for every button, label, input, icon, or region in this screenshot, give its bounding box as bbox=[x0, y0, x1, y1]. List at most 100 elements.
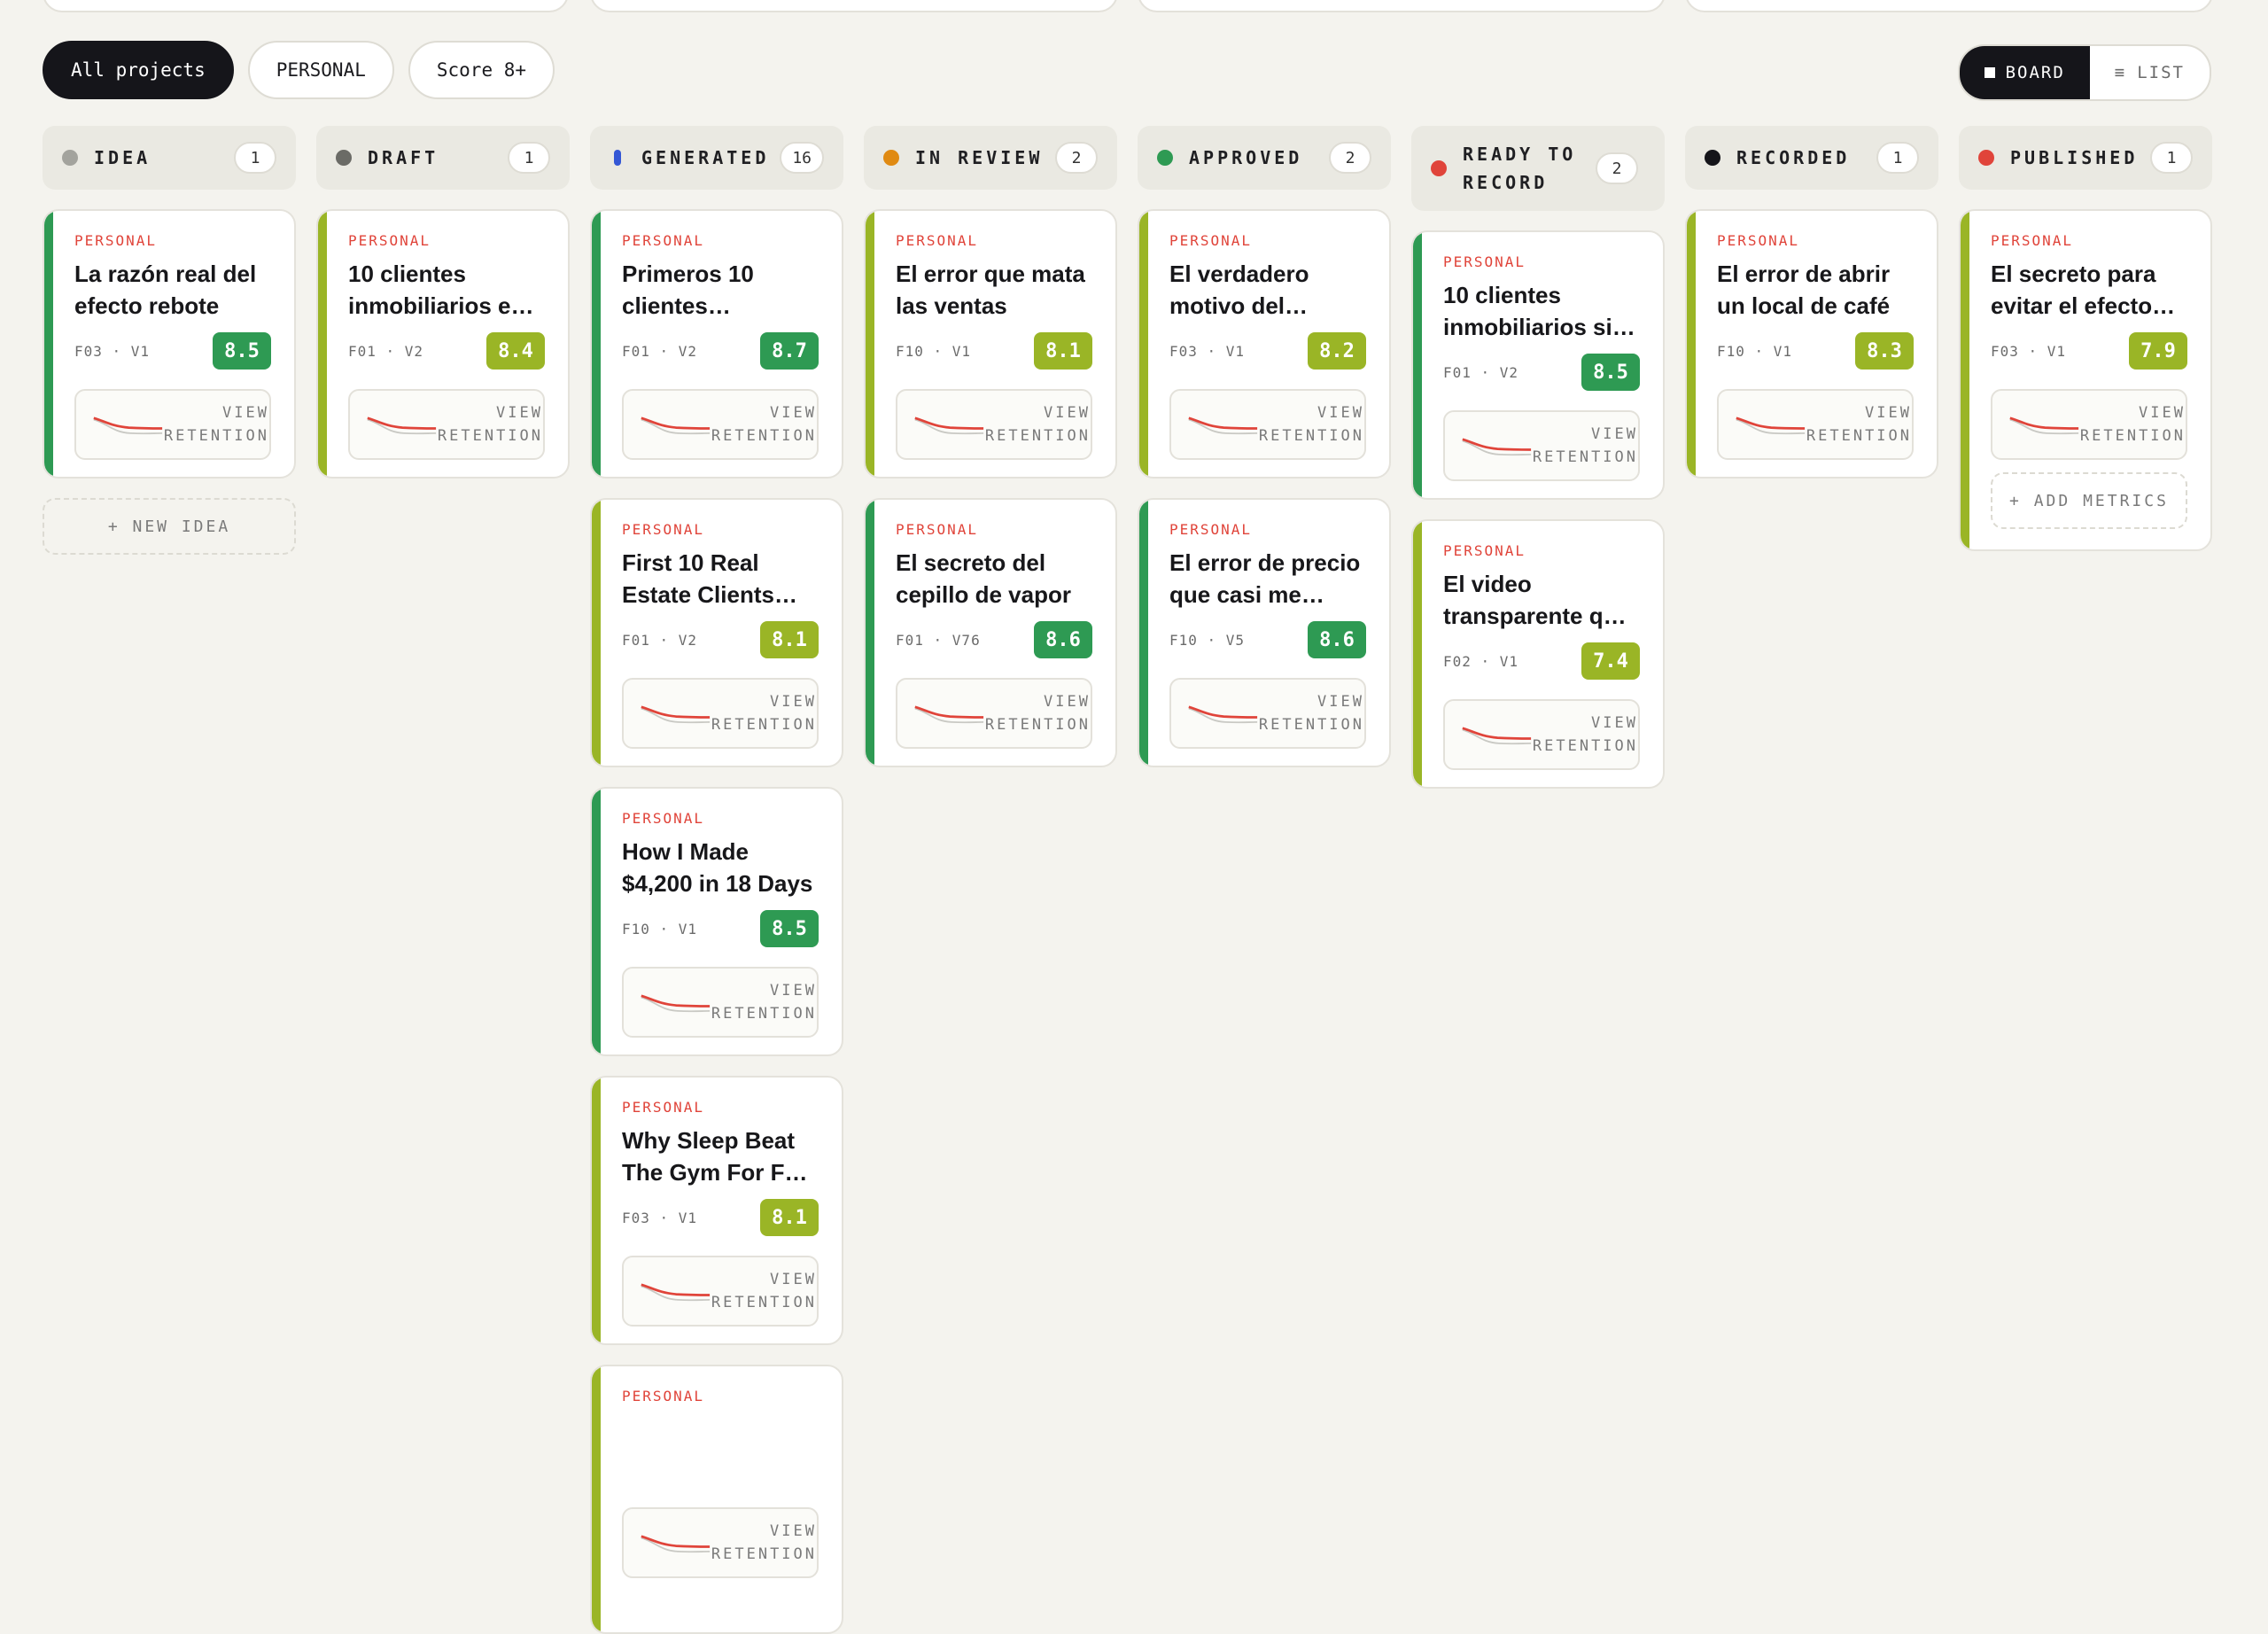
view-retention-button[interactable]: VIEW RETENTION bbox=[1443, 699, 1640, 770]
content-card[interactable]: PERSONAL First 10 Real Estate Clients Fas… bbox=[590, 498, 843, 767]
view-retention-button[interactable]: VIEW RETENTION bbox=[896, 389, 1092, 460]
retention-sparkline-icon bbox=[2009, 416, 2079, 435]
view-retention-button[interactable]: VIEW RETENTION bbox=[622, 389, 819, 460]
retention-sparkline-icon bbox=[1462, 727, 1532, 745]
view-retention-button[interactable]: VIEW RETENTION bbox=[1991, 389, 2187, 460]
card-project-label: PERSONAL bbox=[74, 232, 158, 249]
retention-sparkline-icon bbox=[1736, 416, 1806, 435]
column-header: GENERATED 16 bbox=[590, 126, 843, 190]
content-card[interactable]: PERSONAL El error de precio que casi me q… bbox=[1138, 498, 1391, 767]
column-header: APPROVED 2 bbox=[1138, 126, 1391, 190]
status-dot-icon bbox=[62, 150, 78, 166]
retention-sparkline-icon bbox=[641, 994, 711, 1013]
list-view-button[interactable]: ≡ LIST bbox=[2090, 46, 2210, 99]
board-column: GENERATED 16 PERSONAL Primeros 10 clientes … bbox=[590, 126, 843, 1634]
view-retention-button[interactable]: VIEW RETENTION bbox=[1169, 678, 1366, 749]
view-retention-button[interactable]: VIEW RETENTION bbox=[896, 678, 1092, 749]
content-card[interactable]: PERSONAL VIEW RETENTION bbox=[590, 1365, 843, 1634]
score-badge: 8.1 bbox=[1034, 332, 1092, 370]
column-title: READY TO RECORD bbox=[1463, 144, 1577, 193]
card-project-label: PERSONAL bbox=[1717, 232, 1800, 249]
score-badge: 8.6 bbox=[1034, 621, 1092, 658]
add-metrics-button[interactable]: + ADD METRICS bbox=[1991, 472, 2187, 529]
stat-card bbox=[1138, 0, 1666, 12]
column-count-badge: 1 bbox=[1876, 142, 1919, 174]
column-header: RECORDED 1 bbox=[1685, 126, 1938, 190]
board-column: APPROVED 2 PERSONAL El verdadero motivo del… bbox=[1138, 126, 1391, 767]
content-card[interactable]: PERSONAL El verdadero motivo del cansanci… bbox=[1138, 209, 1391, 479]
board-column: IN REVIEW 2 PERSONAL El error que mata las … bbox=[864, 126, 1117, 767]
column-header: READY TO RECORD 2 bbox=[1411, 126, 1665, 211]
view-retention-button[interactable]: VIEW RETENTION bbox=[622, 1507, 819, 1578]
card-meta-row: F10 · V5 8.6 bbox=[1169, 621, 1366, 658]
board-column: IDEA 1 PERSONAL La razón real del efecto re… bbox=[43, 126, 296, 555]
content-card[interactable]: PERSONAL La razón real del efecto rebote F… bbox=[43, 209, 296, 479]
column-title: IDEA bbox=[94, 147, 151, 168]
card-project-label: PERSONAL bbox=[896, 521, 979, 538]
retention-sparkline-icon bbox=[641, 705, 711, 724]
content-card[interactable]: PERSONAL 10 clientes inmobiliarios en 30 … bbox=[316, 209, 570, 479]
board-column: DRAFT 1 PERSONAL 10 clientes inmobiliarios … bbox=[316, 126, 570, 479]
score-badge: 8.5 bbox=[213, 332, 271, 370]
content-card[interactable]: PERSONAL Primeros 10 clientes inmobiliari… bbox=[590, 209, 843, 479]
content-card[interactable]: PERSONAL How I Made $4,200 in 18 Days F10 … bbox=[590, 787, 843, 1056]
content-card[interactable]: PERSONAL 10 clientes inmobiliarios sin an… bbox=[1411, 230, 1665, 500]
card-meta-row: F01 · V2 8.7 bbox=[622, 332, 819, 370]
score-badge: 7.9 bbox=[2129, 332, 2187, 370]
column-header: IN REVIEW 2 bbox=[864, 126, 1117, 190]
view-retention-label: VIEW RETENTION bbox=[711, 1271, 818, 1311]
content-card[interactable]: PERSONAL El video transparente que vende F… bbox=[1411, 519, 1665, 789]
content-card[interactable]: PERSONAL El error de abrir un local de ca… bbox=[1685, 209, 1938, 479]
card-project-label: PERSONAL bbox=[348, 232, 431, 249]
card-project-label: PERSONAL bbox=[622, 232, 705, 249]
card-format-version: F03 · V1 bbox=[74, 342, 151, 360]
stat-card bbox=[1685, 0, 2213, 12]
board-column: READY TO RECORD 2 PERSONAL 10 clientes inmo… bbox=[1411, 126, 1665, 789]
view-toggle: BOARD ≡ LIST bbox=[1957, 44, 2211, 101]
view-retention-button[interactable]: VIEW RETENTION bbox=[1717, 389, 1914, 460]
retention-sparkline-icon bbox=[641, 1535, 711, 1553]
card-meta-row: F01 · V76 8.6 bbox=[896, 621, 1092, 658]
view-retention-button[interactable]: VIEW RETENTION bbox=[622, 678, 819, 749]
card-format-version: F01 · V76 bbox=[896, 631, 981, 649]
score-badge: 8.2 bbox=[1308, 332, 1366, 370]
filter-score[interactable]: Score 8+ bbox=[408, 41, 555, 99]
content-card[interactable]: PERSONAL El secreto para evitar el efecto… bbox=[1959, 209, 2212, 551]
filter-all-projects[interactable]: All projects bbox=[43, 41, 234, 99]
view-retention-label: VIEW RETENTION bbox=[2079, 404, 2186, 445]
column-count-badge: 16 bbox=[780, 142, 824, 174]
column-count-badge: 1 bbox=[508, 142, 550, 174]
card-project-label: PERSONAL bbox=[622, 521, 705, 538]
view-retention-label: VIEW RETENTION bbox=[711, 693, 818, 734]
score-badge: 8.7 bbox=[760, 332, 819, 370]
status-dot-icon bbox=[1431, 160, 1447, 176]
card-title: El error de precio que casi me quiebra bbox=[1169, 549, 1361, 608]
view-retention-button[interactable]: VIEW RETENTION bbox=[622, 967, 819, 1038]
view-retention-button[interactable]: VIEW RETENTION bbox=[1169, 389, 1366, 460]
card-title: La razón real del efecto rebote bbox=[74, 261, 257, 319]
view-retention-button[interactable]: VIEW RETENTION bbox=[622, 1256, 819, 1327]
view-retention-button[interactable]: VIEW RETENTION bbox=[348, 389, 545, 460]
content-card[interactable]: PERSONAL Why Sleep Beat The Gym For Fat L… bbox=[590, 1076, 843, 1345]
card-title: El verdadero motivo del cansancio bbox=[1169, 261, 1309, 319]
card-title: El video transparente que vende bbox=[1443, 571, 1630, 629]
view-retention-label: VIEW RETENTION bbox=[1532, 425, 1639, 466]
column-title: DRAFT bbox=[368, 147, 439, 168]
view-retention-label: VIEW RETENTION bbox=[984, 693, 1091, 734]
retention-sparkline-icon bbox=[641, 416, 711, 435]
card-title: El error de abrir un local de café bbox=[1717, 261, 1891, 319]
view-retention-button[interactable]: VIEW RETENTION bbox=[1443, 410, 1640, 481]
card-meta-row: F03 · V1 8.2 bbox=[1169, 332, 1366, 370]
view-retention-button[interactable]: VIEW RETENTION bbox=[74, 389, 271, 460]
new-idea-button[interactable]: + NEW IDEA bbox=[43, 498, 296, 555]
board-view-button[interactable]: BOARD bbox=[1959, 46, 2090, 99]
content-card[interactable]: PERSONAL El secreto del cepillo de vapor F… bbox=[864, 498, 1117, 767]
card-format-version: F03 · V1 bbox=[622, 1209, 698, 1226]
filter-personal[interactable]: PERSONAL bbox=[247, 41, 394, 99]
card-meta-row: F10 · V1 8.3 bbox=[1717, 332, 1914, 370]
content-card[interactable]: PERSONAL El error que mata las ventas F10 … bbox=[864, 209, 1117, 479]
column-count-badge: 2 bbox=[1329, 142, 1371, 174]
view-retention-label: VIEW RETENTION bbox=[1806, 404, 1913, 445]
card-format-version: F01 · V2 bbox=[1443, 363, 1519, 381]
card-project-label: PERSONAL bbox=[622, 810, 705, 827]
